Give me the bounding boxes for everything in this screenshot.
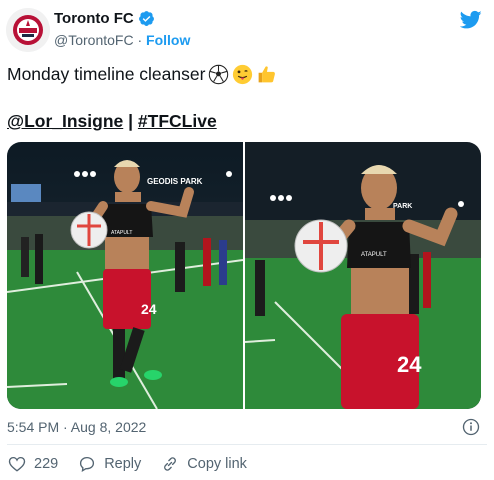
tweet-text: Monday timeline cleanser [7, 64, 277, 85]
copy-link-button[interactable]: Copy link [161, 455, 247, 473]
toronto-fc-crest-icon [6, 8, 50, 52]
info-icon[interactable] [462, 418, 480, 436]
link-icon [164, 457, 177, 471]
mention-separator: | [128, 111, 134, 131]
follow-button[interactable]: Follow [146, 32, 190, 48]
stadium-sign-left: GEODIS PARK [147, 177, 203, 186]
photo-left[interactable]: GEODIS PARK 24 ATAPULT [7, 142, 243, 409]
mention-link[interactable]: @Lor_Insigne [7, 111, 123, 131]
twitter-bird-icon[interactable] [460, 10, 482, 30]
heart-icon [8, 456, 26, 472]
photo-right[interactable]: PARK ATAPULT 24 [245, 142, 481, 409]
verified-badge-icon [138, 11, 154, 26]
like-button[interactable]: 229 [8, 455, 58, 473]
tweet-card: Toronto FC @TorontoFC · Follow Monday ti… [0, 0, 494, 480]
tweet-media: GEODIS PARK 24 ATAPULT PARK ATAPULT 24 [7, 142, 481, 409]
stadium-sign-right: PARK [393, 203, 412, 210]
like-count: 229 [34, 456, 59, 472]
jersey-number-right: 24 [397, 352, 422, 377]
copy-link-label: Copy link [187, 456, 247, 472]
handle-separator: · [137, 32, 143, 48]
tweet-actions: 229 Reply Copy link [8, 455, 267, 473]
tweet-timestamp[interactable]: 5:54 PM · Aug 8, 2022 [7, 419, 146, 435]
soccer-ball-emoji [209, 64, 229, 85]
thumbs-up-emoji [259, 66, 276, 83]
jersey-number-left: 24 [141, 301, 157, 317]
tongue-face-emoji [233, 64, 253, 85]
account-avatar[interactable] [6, 8, 50, 52]
sponsor-left: ATAPULT [111, 230, 132, 236]
hashtag-link[interactable]: #TFCLive [138, 111, 217, 131]
account-handle[interactable]: @TorontoFC [54, 32, 134, 48]
footer-divider [7, 444, 487, 445]
tweet-mentions: @Lor_Insigne | #TFCLive [7, 111, 217, 132]
reply-bubble-icon [80, 456, 95, 473]
player-photo-right: PARK ATAPULT 24 [245, 142, 481, 409]
player-photo-left: GEODIS PARK 24 ATAPULT [7, 142, 243, 409]
sponsor-right: ATAPULT [361, 252, 387, 258]
reply-button[interactable]: Reply [78, 455, 141, 473]
tweet-body-text: Monday timeline cleanser [7, 64, 206, 84]
reply-label: Reply [104, 456, 142, 472]
account-display-name[interactable]: Toronto FC [54, 10, 134, 27]
